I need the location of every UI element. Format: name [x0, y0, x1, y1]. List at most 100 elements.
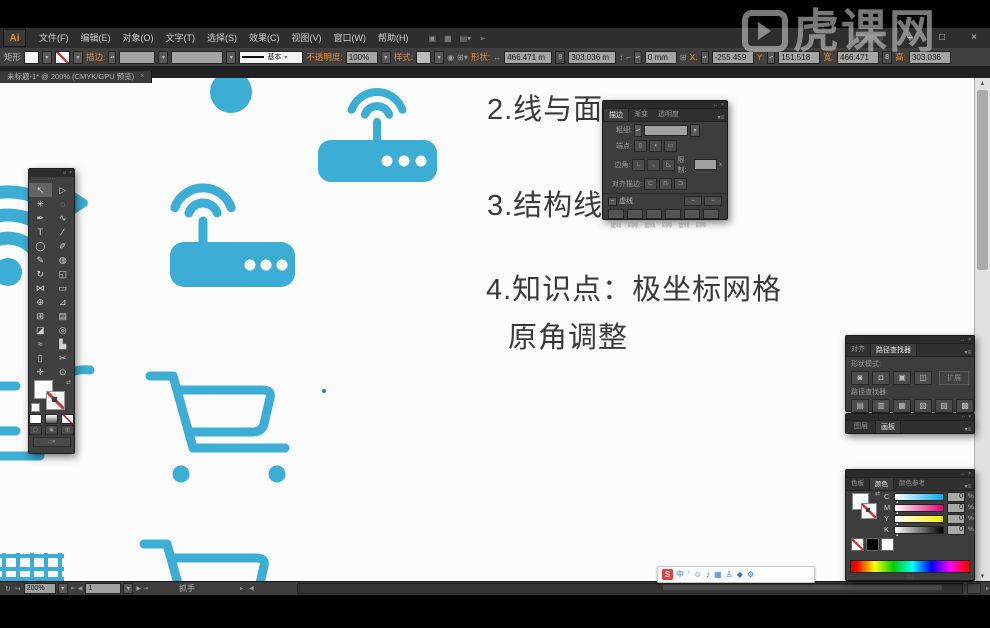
corner-grid-icon[interactable]: ⊞ — [680, 53, 687, 62]
minus-back-button[interactable]: ▩ — [956, 399, 974, 413]
color-mode-button[interactable] — [29, 414, 42, 424]
minimize-button[interactable]: – — [894, 28, 926, 48]
dash-align-button[interactable]: ┉ — [704, 196, 722, 206]
gap-field-1[interactable] — [627, 209, 643, 219]
style-swatch[interactable] — [416, 51, 431, 64]
scrollbar-corner[interactable] — [967, 583, 981, 594]
shape-builder-tool[interactable]: ⊕ — [29, 295, 52, 309]
menu-file[interactable]: 文件(F) — [33, 28, 75, 48]
white-swatch[interactable] — [881, 538, 894, 551]
symbol-sprayer-tool[interactable]: ≈ — [29, 337, 52, 351]
mesh-tool[interactable]: ⊞ — [29, 309, 52, 323]
magenta-value-field[interactable]: 0 — [947, 503, 965, 513]
chinese-mode-icon[interactable]: 中 — [676, 568, 684, 581]
bevel-join-button[interactable]: ◺ — [662, 159, 675, 171]
miter-join-button[interactable]: ∟ — [632, 159, 645, 171]
round-cap-button[interactable]: ◖ — [649, 140, 662, 152]
stroke-weight-dropdown[interactable]: ▾ — [158, 51, 168, 64]
menu-effect[interactable]: 效果(C) — [243, 28, 286, 48]
vertical-scrollbar[interactable]: ▴ ▾ — [974, 78, 990, 581]
tab-layers[interactable]: 图层 — [849, 420, 873, 433]
curvature-tool[interactable]: ∿ — [52, 211, 75, 225]
intersect-button[interactable]: ▣ — [893, 371, 911, 385]
dashed-line-checkbox[interactable]: – — [608, 197, 617, 206]
panel-menu-icon[interactable]: ▾≡ — [964, 349, 974, 356]
artboard-dropdown[interactable]: ▾ — [123, 583, 133, 594]
trim-button[interactable]: ▥ — [872, 399, 890, 413]
zoom-dropdown[interactable]: ▾ — [58, 583, 68, 594]
column-graph-tool[interactable]: ▙ — [52, 337, 75, 351]
horizontal-scroll-thumb[interactable] — [663, 585, 942, 590]
zoom-tool[interactable]: ⊙ — [52, 365, 75, 379]
black-swatch[interactable] — [866, 538, 879, 551]
fill-swatch[interactable] — [24, 51, 39, 64]
scroll-up-icon[interactable]: ▴ — [975, 79, 990, 87]
menu-edit[interactable]: 编辑(E) — [75, 28, 117, 48]
soft-keyboard-icon[interactable]: ▦ — [714, 568, 722, 581]
panel-resize-grip[interactable]: ∷∷ — [846, 574, 974, 580]
search-input[interactable]: ○ — [852, 33, 884, 44]
radius-stepper[interactable]: ▴▾ — [634, 51, 642, 64]
weight-stepper[interactable]: ▴▾ — [634, 124, 642, 137]
width-profile-arrow[interactable]: ▾ — [226, 51, 236, 64]
emoji-icon[interactable]: ☺ — [694, 568, 702, 581]
opacity-dropdown[interactable]: ▾ — [381, 51, 391, 64]
corner-radius-field[interactable]: 0 mm — [645, 51, 677, 64]
rotate-tool[interactable]: ↻ — [29, 267, 52, 281]
black-slider[interactable]: ▴ — [894, 526, 944, 534]
cyan-value-field[interactable]: 0 — [947, 492, 965, 502]
butt-cap-button[interactable]: ▯ — [634, 140, 647, 152]
gpu-preview-icon[interactable]: ↻ — [4, 585, 12, 593]
scroll-right-icon[interactable]: ▸ — [985, 585, 990, 592]
export-icon[interactable]: ↪ — [14, 585, 22, 593]
magic-wand-tool[interactable]: ✳ — [29, 197, 52, 211]
voice-input-icon[interactable]: ♪ — [706, 568, 710, 581]
arrange-documents-icon[interactable]: ▦ — [444, 34, 452, 43]
tab-color-guide[interactable]: 颜色参考 — [894, 477, 930, 490]
eyedropper-tool[interactable]: ◪ — [29, 323, 52, 337]
scroll-down-icon[interactable]: ▾ — [975, 572, 990, 580]
ellipse-tool[interactable]: ◯ — [29, 239, 52, 253]
hand-tool[interactable]: ✛ — [29, 365, 52, 379]
weight-field[interactable] — [644, 125, 688, 136]
limit-field[interactable] — [694, 159, 717, 170]
width-tool[interactable]: ⋈ — [29, 281, 52, 295]
blend-tool[interactable]: ◎ — [52, 323, 75, 337]
none-color-swatch[interactable] — [851, 538, 864, 551]
link-dimensions-icon[interactable]: 8 — [555, 51, 565, 64]
paintbrush-tool[interactable]: ✐ — [52, 239, 75, 253]
dash-field-2[interactable] — [646, 209, 662, 219]
canvas-artwork[interactable] — [0, 78, 975, 581]
horizontal-scrollbar[interactable] — [297, 583, 963, 594]
menu-type[interactable]: 文字(T) — [160, 28, 202, 48]
tab-swatches[interactable]: 色板 — [846, 477, 869, 490]
recolor-artwork-icon[interactable]: ◉ — [447, 53, 454, 62]
screen-mode-button[interactable]: ▭▾ — [33, 437, 71, 447]
lasso-tool[interactable]: ◌ — [52, 197, 75, 211]
tab-transparency[interactable]: 透明度 — [653, 108, 684, 121]
tab-align[interactable]: 对齐 — [846, 343, 870, 356]
yellow-value-field[interactable]: 0 — [947, 514, 965, 524]
shape-height-field[interactable]: 303.036 m — [568, 51, 616, 64]
account-icon[interactable]: ♙ — [726, 568, 733, 581]
artboard-field[interactable]: 1 — [85, 583, 121, 594]
y-stepper[interactable]: ▴▾ — [767, 51, 775, 64]
yellow-slider[interactable]: ▴ — [894, 515, 944, 523]
shape-width-field[interactable]: 466.471 m — [504, 51, 552, 64]
cyan-slider[interactable]: ▴ — [894, 493, 944, 501]
menu-view[interactable]: 视图(V) — [286, 28, 328, 48]
canvas-text-line3[interactable]: 3.结构线 — [487, 182, 603, 224]
stroke-weight-stepper[interactable]: ▴▾ — [108, 51, 116, 64]
panel-menu-icon[interactable]: ▾≡ — [964, 426, 974, 433]
scale-tool[interactable]: ◱ — [52, 267, 75, 281]
weight-dropdown[interactable]: ▾ — [690, 124, 700, 137]
color-spectrum-bar[interactable] — [850, 560, 970, 573]
selection-tool[interactable]: ↖ — [29, 183, 52, 197]
free-transform-tool[interactable]: ▭ — [52, 281, 75, 295]
canvas-text-line2[interactable]: 2.线与面 — [487, 86, 603, 128]
stroke-weight-field[interactable] — [119, 51, 155, 64]
pen-tool[interactable]: ✒ — [29, 211, 52, 225]
merge-button[interactable]: ▦ — [893, 399, 911, 413]
brush-definition-dropdown[interactable]: 基本 ▾ — [239, 51, 303, 64]
menu-select[interactable]: 选择(S) — [201, 28, 243, 48]
